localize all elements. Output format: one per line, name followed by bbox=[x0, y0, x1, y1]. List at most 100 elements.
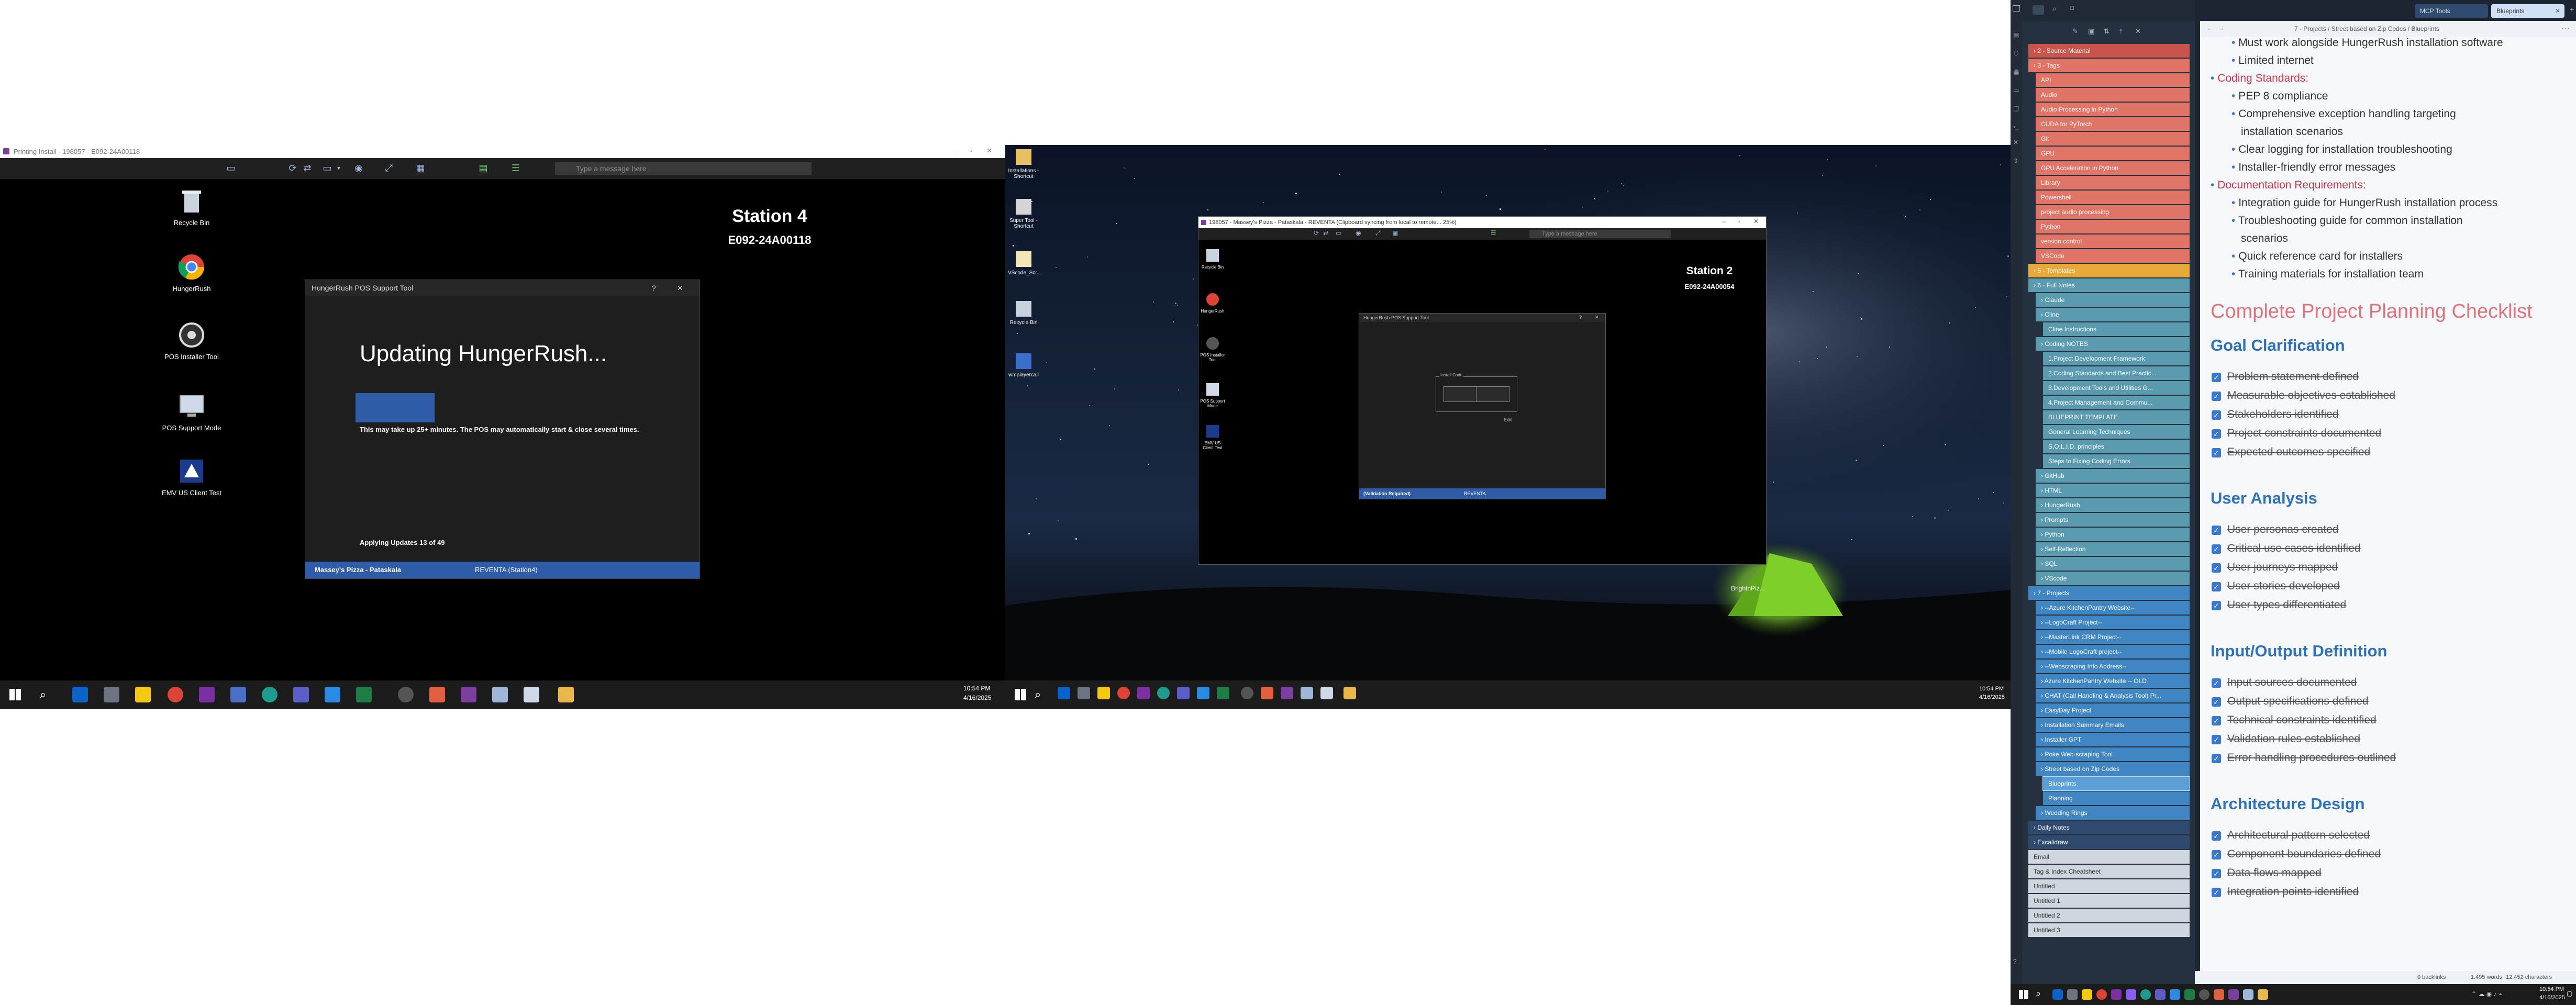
inner-icon-recycle-bin[interactable]: Recycle Bin bbox=[1200, 249, 1226, 270]
search-icon[interactable]: ⌕ bbox=[2052, 4, 2057, 13]
search-icon[interactable]: ⌕ bbox=[40, 688, 46, 701]
remote-window-titlebar[interactable]: Printing Install - 198057 - E092-24A0011… bbox=[0, 145, 1005, 158]
bookmark-icon[interactable]: ⌑ bbox=[2070, 4, 2074, 13]
tree-file[interactable]: Library bbox=[2036, 176, 2190, 189]
tree-folder[interactable]: › Coding NOTES bbox=[2036, 337, 2190, 351]
outlook-icon[interactable] bbox=[1058, 687, 1070, 699]
tree-file[interactable]: API bbox=[2036, 73, 2190, 87]
tree-folder[interactable]: › 5 - Templates bbox=[2028, 264, 2190, 277]
desktop-icon-emv[interactable]: EMV US Client Test bbox=[160, 456, 223, 497]
tree-file[interactable]: Blueprints bbox=[2042, 776, 2190, 791]
tree-file[interactable]: version control bbox=[2036, 234, 2190, 248]
tree-file[interactable]: Untitled 2 bbox=[2028, 909, 2190, 922]
file-icon[interactable]: ▤ bbox=[478, 162, 489, 174]
desktop-icon-pos-installer[interactable]: POS Installer Tool bbox=[160, 320, 223, 361]
excel-icon[interactable] bbox=[2184, 989, 2195, 1000]
tree-file[interactable]: GPU Acceleration in Python bbox=[2036, 161, 2190, 175]
tree-folder[interactable]: › 6 - Full Notes bbox=[2028, 278, 2190, 292]
tool-taskbar-icon[interactable] bbox=[2214, 989, 2224, 1000]
desktop-icon-pos-support[interactable]: POS Support Mode bbox=[160, 392, 223, 432]
edit-button[interactable]: Edit bbox=[1504, 417, 1512, 422]
document-icon[interactable] bbox=[2243, 989, 2253, 1000]
tree-folder[interactable]: › --LogoCraft Project-- bbox=[2036, 616, 2190, 629]
excel-icon[interactable] bbox=[356, 687, 372, 702]
vscode-icon[interactable] bbox=[325, 687, 340, 702]
remote-taskbar-icon[interactable] bbox=[461, 687, 476, 702]
inner-icon-emv[interactable]: EMV US Client Test bbox=[1200, 425, 1226, 450]
tree-folder[interactable]: › --MasterLink CRM Project-- bbox=[2036, 630, 2190, 644]
settings-taskbar-icon[interactable] bbox=[398, 687, 414, 702]
desktop-icon-recycle-bin-2[interactable]: Recycle Bin bbox=[1008, 301, 1039, 326]
fullscreen-icon[interactable]: ⤢ bbox=[383, 162, 395, 174]
remote-taskbar-icon[interactable] bbox=[2228, 989, 2239, 1000]
notes-icon[interactable] bbox=[2082, 989, 2092, 1000]
eye-icon[interactable]: ◉ bbox=[1356, 229, 1361, 237]
folder-icon[interactable] bbox=[558, 687, 574, 702]
settings-taskbar-icon[interactable] bbox=[2199, 989, 2209, 1000]
tree-folder[interactable]: › 7 - Projects bbox=[2028, 586, 2190, 600]
tree-folder[interactable]: › Prompts bbox=[2036, 513, 2190, 527]
desktop-icon-installations[interactable]: Installations - Shortcut bbox=[1008, 149, 1039, 180]
pos-taskbar-icon[interactable] bbox=[524, 687, 539, 702]
tree-file[interactable]: S.O.L.I.D. principles bbox=[2043, 440, 2190, 453]
tree-file[interactable]: Untitled bbox=[2028, 879, 2190, 893]
teams-icon[interactable] bbox=[1177, 687, 1190, 699]
tree-folder[interactable]: › --Azure KitchenPantry Website-- bbox=[2036, 601, 2190, 615]
tree-file[interactable]: Untitled 1 bbox=[2028, 894, 2190, 908]
checkbox[interactable]: ✓ bbox=[2212, 544, 2221, 554]
checkbox[interactable]: ✓ bbox=[2212, 526, 2221, 535]
checkbox[interactable]: ✓ bbox=[2212, 601, 2221, 610]
tree-file[interactable]: BLUEPRINT TEMPLATE bbox=[2043, 410, 2190, 424]
checkbox[interactable]: ✓ bbox=[2212, 448, 2221, 457]
tree-file[interactable]: Audio Processing in Python bbox=[2036, 103, 2190, 116]
transfer-icon[interactable]: ⇄ bbox=[302, 162, 313, 174]
tree-folder[interactable]: › Azure KitchenPantry Website -- OLD bbox=[2036, 674, 2190, 688]
chrome-taskbar-icon[interactable] bbox=[168, 687, 183, 702]
search-icon[interactable]: ⌕ bbox=[2036, 988, 2041, 999]
tree-folder[interactable]: › Installation Summary Emails bbox=[2036, 718, 2190, 732]
tree-folder[interactable]: › GitHub bbox=[2036, 469, 2190, 483]
display-icon[interactable]: ▭ bbox=[321, 162, 333, 174]
tab-mcp-tools[interactable]: MCP Tools bbox=[2415, 4, 2488, 18]
tree-folder[interactable]: › --Mobile LogoCraft project-- bbox=[2036, 645, 2190, 658]
tree-file[interactable]: project audio processing bbox=[2036, 205, 2190, 219]
inner-icon-pos-support[interactable]: POS Support Mode bbox=[1200, 383, 1226, 408]
folder-icon[interactable] bbox=[1343, 687, 1356, 699]
tree-file[interactable]: GPU bbox=[2036, 147, 2190, 160]
close-button[interactable]: ✕ bbox=[677, 280, 683, 296]
tool-taskbar-icon[interactable] bbox=[429, 687, 445, 702]
tree-folder[interactable]: › 2 - Source Material bbox=[2028, 44, 2190, 58]
teams-icon[interactable] bbox=[293, 687, 309, 702]
close-tab-icon[interactable]: ✕ bbox=[2555, 4, 2560, 18]
tree-folder[interactable]: › Daily Notes bbox=[2028, 821, 2190, 834]
tree-file[interactable]: Cline Instructions bbox=[2043, 322, 2190, 336]
checkbox[interactable]: ✓ bbox=[2212, 392, 2221, 401]
checkbox[interactable]: ✓ bbox=[2212, 735, 2221, 744]
checkbox[interactable]: ✓ bbox=[2212, 869, 2221, 878]
calculator-icon[interactable] bbox=[1078, 687, 1090, 699]
publish-icon[interactable]: ⇧ bbox=[2013, 157, 2018, 164]
onenote-icon[interactable] bbox=[1137, 687, 1150, 699]
refresh-icon[interactable]: ⟳ bbox=[1314, 229, 1319, 237]
checkbox[interactable]: ✓ bbox=[2212, 716, 2221, 725]
template-icon[interactable]: ◫ bbox=[2013, 105, 2019, 112]
tree-folder[interactable]: › 3 - Tags bbox=[2028, 59, 2190, 72]
monitor-icon[interactable]: ▭ bbox=[225, 162, 237, 174]
tree-file[interactable]: VSCode bbox=[2036, 249, 2190, 263]
tree-folder[interactable]: › Self-Reflection bbox=[2036, 542, 2190, 556]
forward-icon[interactable]: → bbox=[2218, 24, 2225, 32]
checkbox[interactable]: ✓ bbox=[2212, 850, 2221, 859]
sidebar-toggle-icon[interactable] bbox=[2013, 5, 2020, 12]
tree-file[interactable]: 4.Project Management and Commu... bbox=[2043, 396, 2190, 409]
tree-folder[interactable]: › VScode bbox=[2036, 572, 2190, 585]
canvas-icon[interactable]: ▭ bbox=[2013, 86, 2019, 94]
sort-icon[interactable]: ⇅ bbox=[2104, 27, 2109, 36]
edge-icon[interactable] bbox=[2140, 989, 2151, 1000]
tree-file[interactable]: 1.Project Development Framework bbox=[2043, 352, 2190, 365]
help-button[interactable]: ? bbox=[1579, 315, 1582, 320]
fullscreen-icon[interactable]: ⤢ bbox=[1375, 229, 1381, 237]
search-icon[interactable]: ⌕ bbox=[1035, 688, 1041, 701]
tree-folder[interactable]: › Cline bbox=[2036, 308, 2190, 321]
tree-folder[interactable]: › EasyDay Project bbox=[2036, 704, 2190, 717]
desktop-icon-wmplayer[interactable]: wmplayercall bbox=[1008, 353, 1039, 378]
